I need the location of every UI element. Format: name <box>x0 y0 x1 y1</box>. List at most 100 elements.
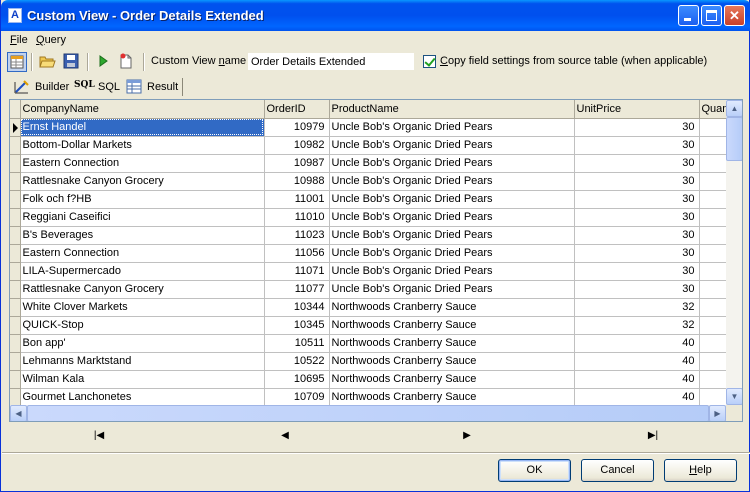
tab-result[interactable]: Result <box>126 77 180 97</box>
menu-file[interactable]: File <box>10 34 28 46</box>
cell-productname[interactable]: Uncle Bob's Organic Dried Pears <box>329 172 575 191</box>
cell-productname[interactable]: Northwoods Cranberry Sauce <box>329 388 575 407</box>
cell-orderid[interactable]: 10345 <box>264 316 330 335</box>
cell-productname[interactable]: Northwoods Cranberry Sauce <box>329 316 575 335</box>
row-header[interactable] <box>10 298 21 317</box>
ok-button[interactable]: OK <box>498 459 571 482</box>
cell-orderid[interactable]: 10987 <box>264 154 330 173</box>
row-header[interactable] <box>10 172 21 191</box>
cell-companyname[interactable]: Bottom-Dollar Markets <box>20 136 265 155</box>
row-header[interactable] <box>10 280 21 299</box>
cell-unitprice[interactable]: 40 <box>574 334 700 353</box>
result-grid[interactable]: CompanyName OrderID ProductName UnitPric… <box>9 99 743 422</box>
cell-productname[interactable]: Northwoods Cranberry Sauce <box>329 334 575 353</box>
table-row[interactable]: White Clover Markets 10344 Northwoods Cran… <box>10 298 732 317</box>
cell-companyname[interactable]: B's Beverages <box>20 226 265 245</box>
cell-orderid[interactable]: 10709 <box>264 388 330 407</box>
cell-companyname[interactable]: Ernst Handel <box>20 118 265 137</box>
open-folder-button[interactable] <box>38 52 58 72</box>
scroll-left-button[interactable]: ◀ <box>10 405 27 421</box>
cell-orderid[interactable]: 11056 <box>264 244 330 263</box>
cell-productname[interactable]: Uncle Bob's Organic Dried Pears <box>329 208 575 227</box>
cell-productname[interactable]: Uncle Bob's Organic Dried Pears <box>329 118 575 137</box>
table-row[interactable]: Wilman Kala 10695 Northwoods Cranberry Sau… <box>10 370 732 389</box>
cell-companyname[interactable]: Eastern Connection <box>20 244 265 263</box>
cell-unitprice[interactable]: 40 <box>574 370 700 389</box>
first-record-button[interactable]: |◀ <box>91 429 107 443</box>
table-row[interactable]: B's Beverages 11023 Uncle Bob's Organic Dr… <box>10 226 732 245</box>
custom-view-name-input[interactable] <box>247 52 415 71</box>
row-header[interactable] <box>10 154 21 173</box>
row-header[interactable] <box>10 388 21 407</box>
row-header[interactable] <box>10 118 21 137</box>
new-view-button[interactable] <box>117 52 137 72</box>
cell-orderid[interactable]: 11010 <box>264 208 330 227</box>
cell-productname[interactable]: Northwoods Cranberry Sauce <box>329 298 575 317</box>
table-row[interactable]: LILA-Supermercado 11071 Uncle Bob's Organi… <box>10 262 732 281</box>
table-row[interactable]: Eastern Connection 11056 Uncle Bob's Organ… <box>10 244 732 263</box>
table-row[interactable]: QUICK-Stop 10345 Northwoods Cranberry Sauc… <box>10 316 732 335</box>
cell-companyname[interactable]: Eastern Connection <box>20 154 265 173</box>
close-button[interactable]: ✕ <box>724 5 745 26</box>
row-header[interactable] <box>10 316 21 335</box>
table-row[interactable]: Eastern Connection 10987 Uncle Bob's Organ… <box>10 154 732 173</box>
column-header-orderid[interactable]: OrderID <box>264 100 330 119</box>
cell-unitprice[interactable]: 30 <box>574 226 700 245</box>
row-header[interactable] <box>10 262 21 281</box>
cell-companyname[interactable]: Folk och f?HB <box>20 190 265 209</box>
cell-unitprice[interactable]: 40 <box>574 388 700 407</box>
cell-unitprice[interactable]: 32 <box>574 316 700 335</box>
cell-unitprice[interactable]: 30 <box>574 172 700 191</box>
cell-orderid[interactable]: 10695 <box>264 370 330 389</box>
cell-orderid[interactable]: 11071 <box>264 262 330 281</box>
row-header[interactable] <box>10 226 21 245</box>
row-header[interactable] <box>10 136 21 155</box>
cell-orderid[interactable]: 10988 <box>264 172 330 191</box>
row-header[interactable] <box>10 208 21 227</box>
cell-unitprice[interactable]: 30 <box>574 262 700 281</box>
cell-unitprice[interactable]: 30 <box>574 154 700 173</box>
cell-productname[interactable]: Uncle Bob's Organic Dried Pears <box>329 136 575 155</box>
table-row[interactable]: Gourmet Lanchonetes 10709 Northwoods Cranb… <box>10 388 732 407</box>
minimize-button[interactable] <box>678 5 699 26</box>
last-record-button[interactable]: ▶| <box>645 429 661 443</box>
column-header-companyname[interactable]: CompanyName <box>20 100 265 119</box>
run-button[interactable] <box>94 52 114 72</box>
cell-orderid[interactable]: 11077 <box>264 280 330 299</box>
scroll-down-button[interactable]: ▼ <box>726 388 742 405</box>
table-row[interactable]: Bottom-Dollar Markets 10982 Uncle Bob's Or… <box>10 136 732 155</box>
cell-unitprice[interactable]: 30 <box>574 208 700 227</box>
cell-orderid[interactable]: 10511 <box>264 334 330 353</box>
table-row[interactable]: Ernst Handel 10979 Uncle Bob's Organic Dri… <box>10 118 732 137</box>
cell-productname[interactable]: Uncle Bob's Organic Dried Pears <box>329 280 575 299</box>
menu-query[interactable]: Query <box>36 34 66 46</box>
table-row[interactable]: Reggiani Caseifici 11010 Uncle Bob's Organ… <box>10 208 732 227</box>
previous-record-button[interactable]: ◀ <box>277 429 293 443</box>
cell-unitprice[interactable]: 30 <box>574 118 700 137</box>
table-row[interactable]: Folk och f?HB 11001 Uncle Bob's Organic Dr… <box>10 190 732 209</box>
save-button[interactable] <box>62 52 82 72</box>
row-header[interactable] <box>10 370 21 389</box>
copy-field-settings-label[interactable]: Copy field settings from source table (w… <box>440 55 707 67</box>
vertical-scroll-thumb[interactable] <box>726 117 742 161</box>
cell-productname[interactable]: Uncle Bob's Organic Dried Pears <box>329 262 575 281</box>
cell-unitprice[interactable]: 30 <box>574 280 700 299</box>
row-header[interactable] <box>10 352 21 371</box>
table-row[interactable]: Rattlesnake Canyon Grocery 10988 Uncle Bob… <box>10 172 732 191</box>
cell-companyname[interactable]: White Clover Markets <box>20 298 265 317</box>
scroll-right-button[interactable]: ▶ <box>709 405 726 421</box>
column-header-unitprice[interactable]: UnitPrice <box>574 100 700 119</box>
row-header[interactable] <box>10 190 21 209</box>
cell-companyname[interactable]: QUICK-Stop <box>20 316 265 335</box>
cell-productname[interactable]: Northwoods Cranberry Sauce <box>329 370 575 389</box>
table-row[interactable]: Bon app' 10511 Northwoods Cranberry Sauce 4… <box>10 334 732 353</box>
cell-unitprice[interactable]: 32 <box>574 298 700 317</box>
cell-unitprice[interactable]: 30 <box>574 190 700 209</box>
row-header[interactable] <box>10 334 21 353</box>
cell-companyname[interactable]: Lehmanns Marktstand <box>20 352 265 371</box>
cell-orderid[interactable]: 10522 <box>264 352 330 371</box>
open-view-button[interactable] <box>7 52 27 72</box>
column-header-productname[interactable]: ProductName <box>329 100 575 119</box>
scroll-up-button[interactable]: ▲ <box>726 100 742 117</box>
cell-productname[interactable]: Uncle Bob's Organic Dried Pears <box>329 244 575 263</box>
